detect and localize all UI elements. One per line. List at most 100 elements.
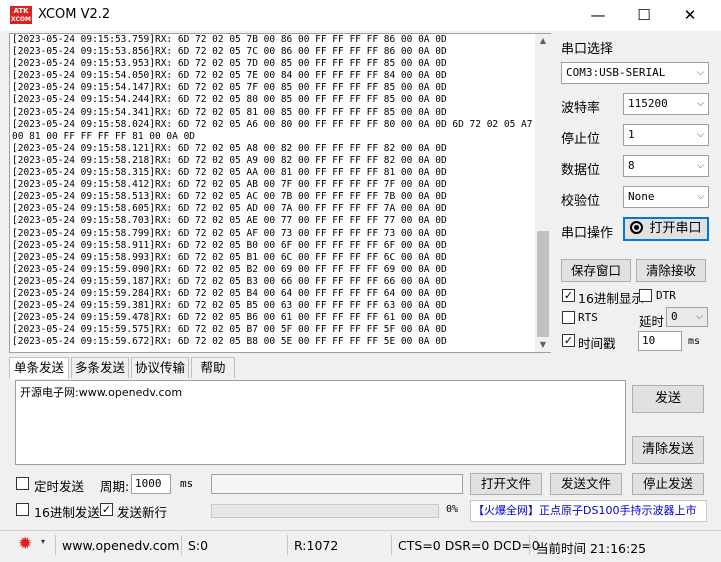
timestamp-unit: ms — [688, 336, 701, 347]
receive-scrollbar[interactable]: ▲ ▼ — [535, 34, 551, 352]
timestamp-checkbox[interactable]: ✓ — [562, 334, 575, 347]
send-progress-percent: 0% — [446, 504, 459, 515]
receive-line: [2023-05-24 09:15:53.759]RX: 6D 72 02 05… — [12, 34, 447, 45]
status-received-count: R:1072 — [294, 538, 339, 553]
port-status-icon — [630, 221, 644, 234]
period-input[interactable]: 1000 — [131, 474, 171, 494]
status-sent-count: S:0 — [188, 538, 209, 553]
dtr-checkbox[interactable] — [639, 289, 652, 302]
parity-label: 校验位 — [561, 194, 601, 209]
timestamp-interval-input[interactable]: 10 — [638, 331, 682, 351]
delay-label: 延时 — [639, 314, 665, 329]
window-title: XCOM V2.2 — [38, 7, 111, 22]
hex-display-checkbox[interactable]: ✓ — [562, 289, 575, 302]
save-window-button[interactable]: 保存窗口 — [561, 259, 631, 282]
minimize-icon: — — [590, 6, 606, 24]
gear-icon[interactable]: ✹ — [18, 534, 32, 554]
receive-line: [2023-05-24 09:15:53.856]RX: 6D 72 02 05… — [12, 46, 447, 58]
receive-line: [2023-05-24 09:15:59.187]RX: 6D 72 02 05… — [12, 275, 447, 287]
receive-line: [2023-05-24 09:15:58.412]RX: 6D 72 02 05… — [12, 179, 447, 191]
maximize-button[interactable]: ☐ — [621, 0, 667, 31]
period-unit: ms — [180, 477, 194, 490]
close-button[interactable]: ✕ — [667, 0, 713, 31]
chevron-down-icon: ⌵ — [697, 99, 704, 109]
baud-select[interactable]: 115200 ⌵ — [623, 93, 709, 115]
receive-line: [2023-05-24 09:15:59.672]RX: 6D 72 02 05… — [12, 336, 447, 348]
chevron-down-icon: ⌵ — [697, 192, 704, 202]
hex-send-checkbox[interactable] — [16, 503, 29, 516]
ad-link[interactable]: 【火爆全网】正点原子DS100手持示波器上市 — [470, 500, 707, 522]
receive-line: [2023-05-24 09:15:53.953]RX: 6D 72 02 05… — [12, 58, 447, 70]
file-path-input[interactable] — [211, 474, 463, 494]
status-bar: ✹ ▾ www.openedv.com S:0 R:1072 CTS=0 DSR… — [0, 530, 721, 562]
port-select[interactable]: COM3:USB-SERIAL ⌵ — [561, 62, 709, 84]
send-button[interactable]: 发送 — [632, 385, 704, 413]
receive-line: [2023-05-24 09:15:59.284]RX: 6D 72 02 05… — [12, 287, 447, 299]
stop-bits-label: 停止位 — [561, 132, 601, 147]
title-bar: ATK XCOM XCOM V2.2 — ☐ ✕ — [0, 0, 721, 31]
receive-line: [2023-05-24 09:15:59.478]RX: 6D 72 02 05… — [12, 312, 447, 324]
close-icon: ✕ — [683, 6, 697, 24]
maximize-icon: ☐ — [637, 6, 651, 24]
rts-label: RTS — [578, 311, 598, 324]
tab-help[interactable]: 帮助 — [191, 357, 235, 378]
chevron-down-icon[interactable]: ▾ — [41, 537, 45, 546]
rts-checkbox[interactable] — [562, 311, 575, 324]
receive-line: [2023-05-24 09:15:58.315]RX: 6D 72 02 05… — [12, 167, 447, 179]
stop-send-button[interactable]: 停止发送 — [632, 473, 704, 495]
clear-receive-button[interactable]: 清除接收 — [636, 259, 706, 282]
receive-line: [2023-05-24 09:15:59.575]RX: 6D 72 02 05… — [12, 324, 447, 336]
send-progress-bar — [211, 504, 439, 518]
stop-bits-select[interactable]: 1 ⌵ — [623, 124, 709, 146]
receive-line: [2023-05-24 09:15:54.244]RX: 6D 72 02 05… — [12, 94, 447, 106]
parity-select[interactable]: None ⌵ — [623, 186, 709, 208]
receive-line: [2023-05-24 09:15:59.381]RX: 6D 72 02 05… — [12, 300, 447, 312]
hex-send-label: 16进制发送 — [34, 505, 100, 520]
scroll-up-icon[interactable]: ▲ — [535, 34, 551, 48]
tab-protocol[interactable]: 协议传输 — [131, 357, 189, 378]
scroll-down-icon[interactable]: ▼ — [535, 338, 551, 352]
port-op-label: 串口操作 — [561, 226, 614, 241]
data-bits-select[interactable]: 8 ⌵ — [623, 155, 709, 177]
chevron-down-icon: ⌵ — [697, 161, 704, 171]
timed-send-label: 定时发送 — [34, 479, 85, 494]
receive-line: [2023-05-24 09:15:58.703]RX: 6D 72 02 05… — [12, 215, 447, 227]
status-url[interactable]: www.openedv.com — [62, 538, 179, 553]
data-bits-label: 数据位 — [561, 163, 601, 178]
chevron-down-icon: ⌵ — [697, 68, 704, 78]
send-newline-label: 发送新行 — [117, 505, 168, 520]
receive-line: [2023-05-24 09:15:58.911]RX: 6D 72 02 05… — [12, 239, 447, 251]
receive-line: [2023-05-24 09:15:54.341]RX: 6D 72 02 05… — [12, 106, 447, 118]
app-logo-icon: ATK XCOM — [10, 6, 32, 24]
receive-text[interactable]: [2023-05-24 09:15:53.759]RX: 6D 72 02 05… — [12, 34, 534, 352]
receive-line: [2023-05-24 09:15:58.993]RX: 6D 72 02 05… — [12, 251, 447, 263]
tab-multi-send[interactable]: 多条发送 — [71, 357, 129, 378]
chevron-down-icon: ⌵ — [697, 130, 704, 140]
tab-single-send[interactable]: 单条发送 — [9, 357, 69, 379]
receive-line: [2023-05-24 09:15:58.121]RX: 6D 72 02 05… — [12, 142, 447, 154]
scroll-thumb[interactable] — [537, 231, 549, 337]
receive-line: [2023-05-24 09:15:58.024]RX: 6D 72 02 05… — [12, 118, 533, 142]
timed-send-checkbox[interactable] — [16, 477, 29, 490]
receive-line: [2023-05-24 09:15:58.605]RX: 6D 72 02 05… — [12, 203, 447, 215]
receive-line: [2023-05-24 09:15:58.218]RX: 6D 72 02 05… — [12, 154, 447, 166]
receive-area[interactable]: [2023-05-24 09:15:53.759]RX: 6D 72 02 05… — [9, 33, 551, 353]
status-time: 当前时间 21:16:25 — [536, 541, 647, 556]
send-file-button[interactable]: 发送文件 — [550, 473, 622, 495]
clear-send-button[interactable]: 清除发送 — [632, 436, 704, 464]
timestamp-label: 时间戳 — [578, 336, 616, 351]
port-select-label: 串口选择 — [561, 42, 614, 57]
period-label: 周期: — [100, 479, 130, 494]
receive-line: [2023-05-24 09:15:58.799]RX: 6D 72 02 05… — [12, 227, 447, 239]
status-signals: CTS=0 DSR=0 DCD=0 — [398, 538, 540, 553]
delay-select[interactable]: 0 ⌵ — [666, 307, 708, 327]
open-port-button[interactable]: 打开串口 — [623, 217, 709, 241]
open-file-button[interactable]: 打开文件 — [470, 473, 542, 495]
hex-display-label: 16进制显示 — [578, 291, 644, 306]
baud-label: 波特率 — [561, 101, 601, 116]
receive-line: [2023-05-24 09:15:59.090]RX: 6D 72 02 05… — [12, 263, 447, 275]
send-newline-checkbox[interactable]: ✓ — [100, 503, 113, 516]
receive-line: [2023-05-24 09:15:58.513]RX: 6D 72 02 05… — [12, 191, 447, 203]
minimize-button[interactable]: — — [575, 0, 621, 31]
send-input[interactable]: 开源电子网:www.openedv.com — [15, 380, 626, 465]
